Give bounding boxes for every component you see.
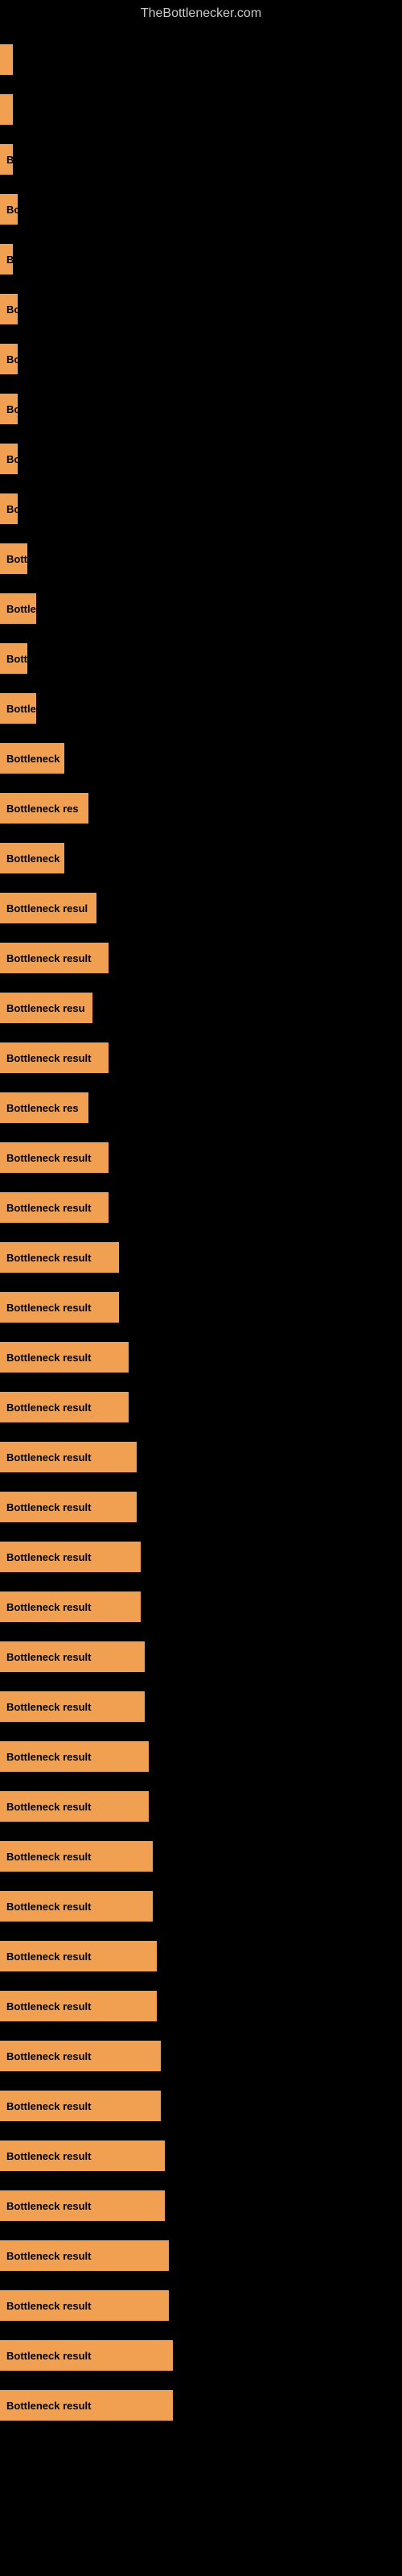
- bar-label[interactable]: Bottleneck result: [0, 1741, 149, 1772]
- bar-label[interactable]: Bottleneck result: [0, 1691, 145, 1722]
- bar-label[interactable]: Bottleneck result: [0, 2041, 161, 2071]
- bar-row: Bottleneck result: [0, 1633, 402, 1681]
- bar-row: Bottleneck result: [0, 1133, 402, 1182]
- bar-row: Bottleneck result: [0, 1533, 402, 1581]
- bar-row: Bottle: [0, 584, 402, 633]
- bar-row: Bottleneck resul: [0, 884, 402, 932]
- bar-label[interactable]: Bottleneck result: [0, 1542, 141, 1572]
- bar-label[interactable]: Bo: [0, 344, 18, 374]
- site-title: TheBottlenecker.com: [0, 0, 402, 27]
- bar-label[interactable]: Bott: [0, 543, 27, 574]
- bar-label[interactable]: Bottleneck result: [0, 2290, 169, 2321]
- bar-row: B: [0, 135, 402, 184]
- bars-container: B Bo B Bo Bo Bo Bo Bo Bott Bottle Bott Bottle Bottle…: [0, 27, 402, 2439]
- bar-row: Bottleneck res: [0, 1084, 402, 1132]
- bar-row: Bottleneck res: [0, 784, 402, 832]
- bar-row: Bottleneck result: [0, 1782, 402, 1831]
- bar-label[interactable]: Bottleneck result: [0, 2091, 161, 2121]
- bar-row: Bottleneck result: [0, 1682, 402, 1731]
- bar-row: Bottleneck resu: [0, 984, 402, 1032]
- bar-label[interactable]: Bo: [0, 493, 18, 524]
- bar-label[interactable]: Bottleneck result: [0, 2190, 165, 2221]
- bar-label[interactable]: Bottleneck result: [0, 1641, 145, 1672]
- bar-row: Bottleneck result: [0, 934, 402, 982]
- bar-label[interactable]: Bottleneck result: [0, 1941, 157, 1971]
- bar-label[interactable]: Bott: [0, 643, 27, 674]
- bar-row: Bottleneck result: [0, 1233, 402, 1282]
- bar-row: Bo: [0, 385, 402, 433]
- bar-label[interactable]: Bottleneck result: [0, 1791, 149, 1822]
- bar-label[interactable]: Bottleneck result: [0, 1991, 157, 2021]
- bar-row: Bottleneck result: [0, 1882, 402, 1930]
- bar-row: Bott: [0, 634, 402, 683]
- bar-label[interactable]: Bottleneck result: [0, 1242, 119, 1273]
- bar-row: Bottleneck result: [0, 2082, 402, 2130]
- bar-label[interactable]: Bottleneck result: [0, 1841, 153, 1872]
- bar-label[interactable]: Bottleneck result: [0, 1392, 129, 1422]
- bar-label[interactable]: Bottleneck result: [0, 2240, 169, 2271]
- bar-label[interactable]: Bottleneck res: [0, 1092, 88, 1123]
- bar-label[interactable]: Bottleneck: [0, 743, 64, 774]
- bar-label[interactable]: B: [0, 244, 13, 275]
- bar-row: Bottleneck result: [0, 1832, 402, 1880]
- bar-label[interactable]: Bo: [0, 444, 18, 474]
- bar-label[interactable]: Bo: [0, 394, 18, 424]
- bar-label[interactable]: Bottleneck result: [0, 1891, 153, 1922]
- bar-label[interactable]: Bottleneck result: [0, 1492, 137, 1522]
- bar-row: Bottleneck result: [0, 2132, 402, 2180]
- bar-label[interactable]: Bottleneck resul: [0, 893, 96, 923]
- bar-row: Bottleneck result: [0, 1383, 402, 1431]
- bar-row: Bottleneck: [0, 834, 402, 882]
- bar-row: Bottleneck result: [0, 2281, 402, 2330]
- bar-row: Bottleneck result: [0, 2182, 402, 2230]
- bar-label[interactable]: Bottleneck result: [0, 1442, 137, 1472]
- bar-row: Bottleneck result: [0, 1333, 402, 1381]
- bar-row: Bottleneck result: [0, 1283, 402, 1331]
- bar-row: Bo: [0, 485, 402, 533]
- bar-row: Bottle: [0, 684, 402, 733]
- bar-label[interactable]: Bottleneck result: [0, 2390, 173, 2421]
- bar-row: Bottleneck result: [0, 2381, 402, 2429]
- bar-label[interactable]: Bo: [0, 194, 18, 225]
- bar-row: Bo: [0, 185, 402, 233]
- bar-label[interactable]: Bottleneck result: [0, 1142, 109, 1173]
- bar-row: Bottleneck result: [0, 1483, 402, 1531]
- bar-row: Bottleneck result: [0, 1932, 402, 1980]
- bar-label[interactable]: Bottleneck result: [0, 943, 109, 973]
- bar-label[interactable]: Bottle: [0, 693, 36, 724]
- bar-row: [0, 35, 402, 84]
- bar-row: Bo: [0, 285, 402, 333]
- bar-label[interactable]: [0, 44, 13, 75]
- bar-label[interactable]: Bottleneck result: [0, 1042, 109, 1073]
- bar-label[interactable]: B: [0, 144, 13, 175]
- bar-label[interactable]: Bottle: [0, 593, 36, 624]
- bar-label[interactable]: Bottleneck result: [0, 1591, 141, 1622]
- bar-label[interactable]: Bo: [0, 294, 18, 324]
- bar-row: Bottleneck result: [0, 1034, 402, 1082]
- bar-row: Bottleneck: [0, 734, 402, 782]
- bar-row: Bottleneck result: [0, 1982, 402, 2030]
- bar-row: Bo: [0, 335, 402, 383]
- bar-row: Bottleneck result: [0, 1183, 402, 1232]
- bar-label[interactable]: Bottleneck res: [0, 793, 88, 824]
- bar-label[interactable]: Bottleneck result: [0, 2340, 173, 2371]
- bar-row: Bott: [0, 535, 402, 583]
- bar-row: Bottleneck result: [0, 2231, 402, 2280]
- bar-row: Bottleneck result: [0, 2331, 402, 2380]
- bar-label[interactable]: Bottleneck result: [0, 1342, 129, 1373]
- bar-row: Bottleneck result: [0, 1433, 402, 1481]
- bar-row: B: [0, 235, 402, 283]
- bar-label[interactable]: Bottleneck result: [0, 1292, 119, 1323]
- bar-label[interactable]: Bottleneck: [0, 843, 64, 873]
- bar-row: Bottleneck result: [0, 2032, 402, 2080]
- bar-row: Bottleneck result: [0, 1583, 402, 1631]
- bar-row: Bottleneck result: [0, 1732, 402, 1781]
- bar-row: Bo: [0, 435, 402, 483]
- bar-label[interactable]: Bottleneck resu: [0, 993, 92, 1023]
- bar-label[interactable]: Bottleneck result: [0, 1192, 109, 1223]
- bar-row: [0, 85, 402, 134]
- bar-label[interactable]: [0, 94, 13, 125]
- bar-label[interactable]: Bottleneck result: [0, 2140, 165, 2171]
